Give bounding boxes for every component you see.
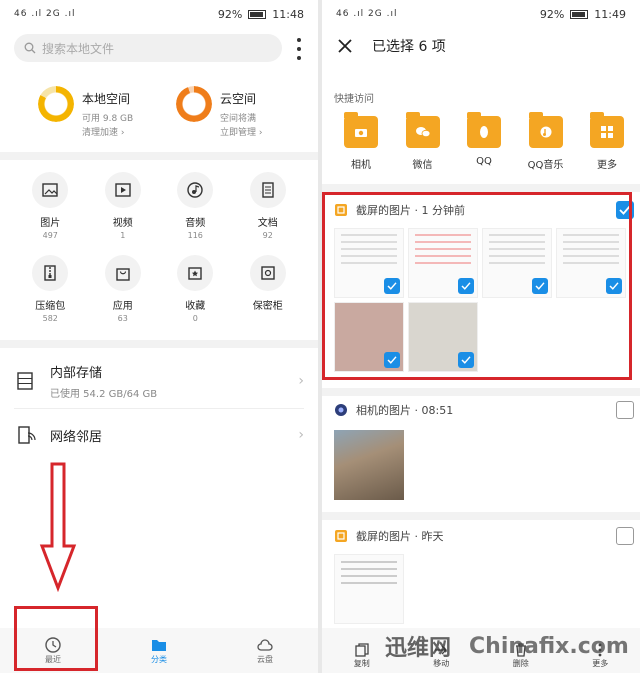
thumbnail[interactable]	[334, 430, 404, 500]
screenshot-group-yesterday: 截屏的图片 · 昨天	[334, 526, 634, 624]
battery-icon	[570, 9, 589, 19]
left-screen: 46 .ıl 2G .ıl 92% 11:48 搜索本地文件 本地空间 可用 9…	[0, 0, 318, 673]
video-icon	[115, 183, 131, 197]
selection-header: 已选择 6 项	[336, 36, 446, 56]
search-input[interactable]: 搜索本地文件	[14, 34, 282, 62]
cloud-icon	[257, 639, 273, 651]
wechat-icon	[415, 127, 430, 138]
category-apps[interactable]: 应用 63	[87, 255, 160, 324]
category-videos[interactable]: 视频 1	[87, 172, 160, 241]
local-space-free: 可用 9.8 GB	[82, 114, 134, 124]
screenshot-app-icon	[335, 530, 347, 542]
network-neighborhood-title: 网络邻居	[50, 429, 103, 445]
qq-music-icon	[540, 126, 551, 138]
quick-qqmusic[interactable]: QQ音乐	[519, 112, 573, 171]
quick-access-title: 快捷访问	[334, 94, 374, 105]
section-divider	[322, 184, 640, 192]
signal-text: 46 .ıl 2G .ıl	[336, 9, 398, 19]
internal-storage-title: 内部存储	[50, 366, 103, 381]
category-grid: 图片 497 视频 1 音频 116 文档 92 压缩包 582 应用 63 收…	[14, 172, 304, 324]
battery-icon	[248, 9, 267, 19]
signal-text: 46 .ıl 2G .ıl	[14, 9, 76, 19]
quick-wechat[interactable]: 微信	[396, 112, 450, 171]
category-images[interactable]: 图片 497	[14, 172, 87, 241]
copy-button[interactable]: 复制	[332, 642, 392, 669]
nav-categories[interactable]: 分类	[129, 636, 189, 665]
chevron-right-icon: ›	[298, 373, 304, 389]
local-space-clean-link[interactable]: 清理加速 ›	[82, 125, 133, 138]
local-space-ring-icon	[38, 86, 74, 122]
clock: 11:49	[594, 7, 626, 21]
safe-icon	[261, 266, 275, 280]
selection-title: 已选择 6 项	[372, 39, 446, 55]
group-title: 截屏的图片 · 昨天	[356, 530, 444, 543]
group-title: 相机的图片 · 08:51	[356, 404, 454, 417]
thumbnail[interactable]	[334, 554, 404, 624]
cloud-space-ring-icon	[176, 86, 212, 122]
camera-icon	[355, 129, 367, 137]
quick-qq[interactable]: QQ	[457, 112, 511, 171]
watermark-right: Chinafix.com	[469, 633, 629, 659]
selected-group-highlight-box	[322, 192, 632, 380]
section-divider-2	[0, 340, 318, 348]
section-divider	[322, 388, 640, 396]
status-bar: 46 .ıl 2G .ıl 92% 11:49	[322, 0, 640, 28]
cloud-space-status: 空间将满	[220, 114, 257, 124]
quick-camera[interactable]: 相机	[334, 112, 388, 171]
close-icon[interactable]	[336, 37, 354, 55]
more-options-icon[interactable]	[292, 38, 306, 60]
network-neighborhood-row[interactable]: 网络邻居 ›	[14, 424, 304, 446]
camera-group: 相机的图片 · 08:51	[334, 400, 634, 500]
local-space-card[interactable]: 本地空间 可用 9.8 GB 清理加速 ›	[38, 86, 133, 138]
search-placeholder: 搜索本地文件	[42, 41, 115, 56]
internal-storage-usage: 已使用 54.2 GB/64 GB	[50, 389, 158, 400]
section-divider	[0, 152, 318, 160]
row-divider	[14, 408, 304, 409]
quick-more[interactable]: 更多	[580, 112, 634, 171]
battery-percent: 92%	[217, 7, 243, 21]
search-icon	[24, 42, 36, 54]
category-safe[interactable]: 保密柜	[232, 255, 305, 324]
local-space-title: 本地空间	[82, 92, 131, 106]
image-icon	[42, 183, 58, 197]
group-select-checkbox[interactable]	[616, 527, 634, 545]
clock: 11:48	[272, 7, 304, 21]
quick-access-row: 相机 微信 QQ QQ音乐 更多	[334, 112, 634, 171]
category-favorites[interactable]: 收藏 0	[159, 255, 232, 324]
cloud-space-card[interactable]: 云空间 空间将满 立即管理 ›	[176, 86, 262, 138]
star-folder-icon	[188, 267, 202, 280]
internal-storage-row[interactable]: 内部存储 已使用 54.2 GB/64 GB ›	[14, 362, 304, 400]
recent-highlight-box	[14, 606, 98, 671]
section-divider	[322, 512, 640, 520]
category-audio[interactable]: 音频 116	[159, 172, 232, 241]
status-bar: 46 .ıl 2G .ıl 92% 11:48	[0, 0, 318, 28]
zip-icon	[44, 265, 56, 281]
battery-percent: 92%	[539, 7, 565, 21]
network-device-icon	[18, 426, 36, 444]
category-archives[interactable]: 压缩包 582	[14, 255, 87, 324]
shopping-bag-icon	[116, 268, 130, 281]
watermark-left: 迅维网	[385, 636, 452, 661]
music-icon	[187, 182, 203, 198]
document-icon	[262, 182, 274, 198]
camera-app-icon	[335, 404, 347, 416]
cloud-space-title: 云空间	[220, 92, 257, 106]
category-documents[interactable]: 文档 92	[232, 172, 305, 241]
qq-penguin-icon	[480, 126, 488, 138]
cloud-space-manage-link[interactable]: 立即管理 ›	[220, 125, 262, 138]
grid-icon	[601, 126, 613, 138]
storage-icon	[17, 372, 33, 390]
copy-icon	[355, 643, 369, 657]
red-down-arrow-annotation	[39, 462, 77, 592]
watermark: 迅维网 Chinafix.com	[385, 630, 629, 662]
nav-cloud[interactable]: 云盘	[235, 636, 295, 665]
chevron-right-icon: ›	[298, 427, 304, 443]
folder-icon	[152, 640, 166, 651]
group-select-checkbox[interactable]	[616, 401, 634, 419]
